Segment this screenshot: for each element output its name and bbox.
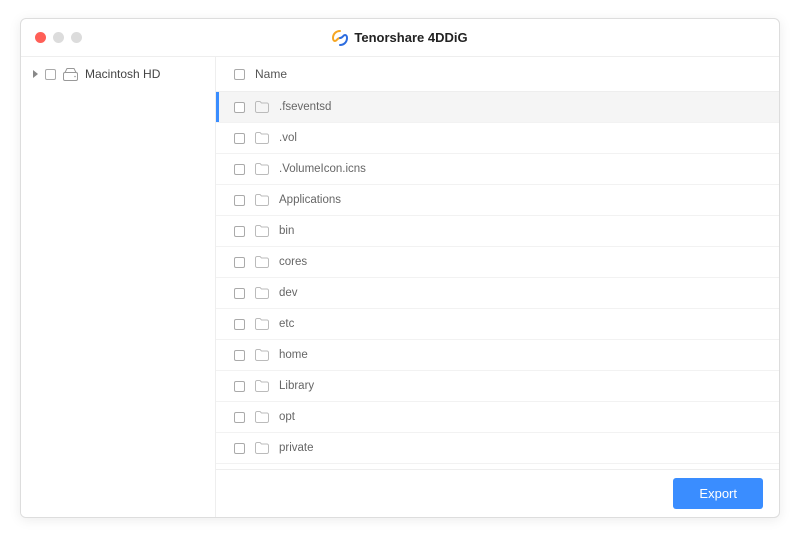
folder-icon [255,132,269,144]
export-button[interactable]: Export [673,478,763,509]
row-checkbox[interactable] [234,164,245,175]
app-title: Tenorshare 4DDiG [354,30,467,45]
table-row[interactable]: .fseventsd [216,92,779,123]
row-checkbox[interactable] [234,443,245,454]
close-window-icon[interactable] [35,32,46,43]
folder-icon [255,318,269,330]
folder-icon [255,163,269,175]
select-all-checkbox[interactable] [234,69,245,80]
titlebar: Tenorshare 4DDiG [21,19,779,57]
table-row[interactable]: Applications [216,185,779,216]
table-row[interactable]: dev [216,278,779,309]
table-row[interactable]: home [216,340,779,371]
sidebar: Macintosh HD [21,57,216,517]
row-name: cores [279,256,307,268]
table-row[interactable]: .vol [216,123,779,154]
row-checkbox[interactable] [234,319,245,330]
table-row[interactable]: etc [216,309,779,340]
row-name: Library [279,380,314,392]
row-name: .fseventsd [279,101,331,113]
window-controls [21,32,82,43]
row-checkbox[interactable] [234,381,245,392]
row-name: .VolumeIcon.icns [279,163,366,175]
row-checkbox[interactable] [234,257,245,268]
row-checkbox[interactable] [234,412,245,423]
table-row[interactable]: .VolumeIcon.icns [216,154,779,185]
minimize-window-icon[interactable] [53,32,64,43]
table-row[interactable]: opt [216,402,779,433]
chevron-right-icon[interactable] [33,70,38,78]
folder-icon [255,287,269,299]
row-checkbox[interactable] [234,288,245,299]
row-checkbox[interactable] [234,133,245,144]
main-panel: Name .fseventsd .vol .VolumeIcon.icns Appli… [216,57,779,517]
table-row[interactable]: sbin [216,464,779,469]
folder-icon [255,256,269,268]
row-name: etc [279,318,294,330]
table-row[interactable]: cores [216,247,779,278]
table-row[interactable]: bin [216,216,779,247]
list-header: Name [216,57,779,92]
folder-icon [255,225,269,237]
table-row[interactable]: Library [216,371,779,402]
folder-icon [255,194,269,206]
folder-icon [255,442,269,454]
row-name: .vol [279,132,297,144]
row-name: opt [279,411,295,423]
row-name: dev [279,287,298,299]
row-name: home [279,349,308,361]
column-header-name: Name [255,67,287,81]
row-name: private [279,442,314,454]
maximize-window-icon[interactable] [71,32,82,43]
row-checkbox[interactable] [234,350,245,361]
disk-checkbox[interactable] [45,69,56,80]
folder-icon [255,349,269,361]
row-checkbox[interactable] [234,195,245,206]
footer: Export [216,469,779,517]
app-window: Tenorshare 4DDiG Macintosh HD [20,18,780,518]
row-name: bin [279,225,294,237]
sidebar-item-label: Macintosh HD [85,67,160,81]
body: Macintosh HD Name .fseventsd .vol .VolumeI… [21,57,779,517]
folder-icon [255,380,269,392]
row-checkbox[interactable] [234,226,245,237]
folder-icon [255,411,269,423]
file-list[interactable]: .fseventsd .vol .VolumeIcon.icns Applicatio… [216,92,779,469]
row-checkbox[interactable] [234,102,245,113]
app-logo-icon [332,30,348,46]
table-row[interactable]: private [216,433,779,464]
row-name: Applications [279,194,341,206]
title-area: Tenorshare 4DDiG [21,30,779,46]
disk-icon [63,68,78,81]
sidebar-item-disk[interactable]: Macintosh HD [21,57,215,91]
folder-icon [255,101,269,113]
